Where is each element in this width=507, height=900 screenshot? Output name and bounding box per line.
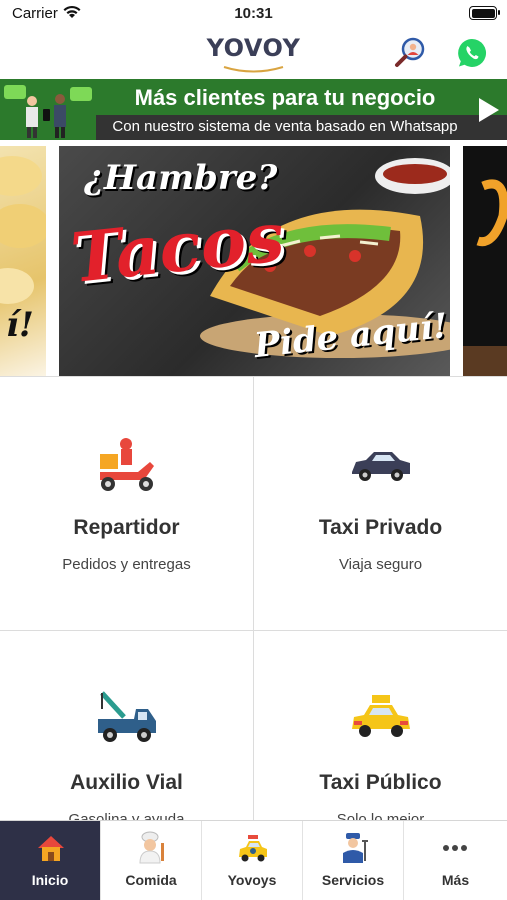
service-title: Repartidor xyxy=(73,516,180,539)
mechanic-icon xyxy=(343,833,368,863)
clock: 10:31 xyxy=(234,5,273,22)
carousel-slide-tacos[interactable]: ¿Hambre? Tacos Pide aquí! xyxy=(59,146,450,376)
whatsapp-icon[interactable] xyxy=(456,37,488,69)
tab-servicios[interactable]: Servicios xyxy=(303,821,404,900)
service-title: Taxi Privado xyxy=(318,516,443,539)
promo-carousel[interactable]: í! ¿Hambre? Tacos Pide aquí! xyxy=(0,146,507,376)
carousel-headline: ¿Hambre? xyxy=(84,158,278,198)
private-car-icon xyxy=(352,452,410,481)
tow-truck-icon xyxy=(98,691,156,742)
app-header: YOVOY xyxy=(0,28,507,78)
service-taxi-publico[interactable]: Taxi Público Solo lo mejor xyxy=(254,631,507,820)
tab-label: Servicios xyxy=(321,872,385,888)
promo-title: Más clientes para tu negocio xyxy=(134,85,436,110)
promo-banner[interactable]: Más clientes para tu negocio Con nuestro… xyxy=(0,79,507,140)
tab-label: Yovoys xyxy=(227,872,277,888)
chef-icon xyxy=(139,831,164,864)
tab-label: Inicio xyxy=(31,872,69,888)
service-subtitle: Gasolina y ayuda xyxy=(68,811,185,820)
home-icon xyxy=(38,836,64,861)
service-repartidor[interactable]: Repartidor Pedidos y entregas xyxy=(0,376,253,630)
service-title: Auxilio Vial xyxy=(70,771,183,794)
tab-inicio[interactable]: Inicio xyxy=(0,821,101,900)
carousel-slide-next[interactable] xyxy=(463,146,507,376)
yovoy-taxi-icon xyxy=(239,835,267,862)
tab-mas[interactable]: Más xyxy=(404,821,507,900)
tab-label: Más xyxy=(441,872,470,888)
next-slide-art xyxy=(463,179,507,376)
promo-people-illustration xyxy=(0,79,96,140)
yovoy-logo[interactable]: YOVOY xyxy=(206,34,301,74)
services-grid: Repartidor Pedidos y entregas Taxi Priva… xyxy=(0,376,507,820)
status-bar: Carrier 10:31 xyxy=(0,0,507,28)
tab-comida[interactable]: Comida xyxy=(101,821,202,900)
carousel-slide-previous[interactable]: í! xyxy=(0,146,46,376)
tab-yovoys[interactable]: Yovoys xyxy=(202,821,303,900)
more-dots-icon xyxy=(443,845,467,851)
service-auxilio-vial[interactable]: Auxilio Vial Gasolina y ayuda xyxy=(0,631,253,820)
battery-icon xyxy=(469,6,500,20)
bottom-tab-bar: Inicio Comida Yovoys Servicios Más xyxy=(0,820,507,900)
promo-subtitle: Con nuestro sistema de venta basado en W… xyxy=(112,118,458,135)
service-taxi-privado[interactable]: Taxi Privado Viaja seguro xyxy=(254,376,507,630)
chips-illustration: í! xyxy=(0,156,46,345)
service-subtitle: Pedidos y entregas xyxy=(62,556,191,573)
service-title: Taxi Público xyxy=(319,771,442,794)
service-subtitle: Solo lo mejor xyxy=(336,811,425,820)
service-subtitle: Viaja seguro xyxy=(338,556,423,573)
logo-text: YOVOY xyxy=(206,34,301,62)
svg-text:í!: í! xyxy=(6,305,34,345)
taxi-icon xyxy=(352,695,410,737)
logo-smile-icon xyxy=(223,66,284,73)
search-person-icon[interactable] xyxy=(393,36,427,70)
play-icon[interactable] xyxy=(479,98,499,122)
delivery-scooter-icon xyxy=(100,438,154,491)
tab-label: Comida xyxy=(125,872,177,888)
